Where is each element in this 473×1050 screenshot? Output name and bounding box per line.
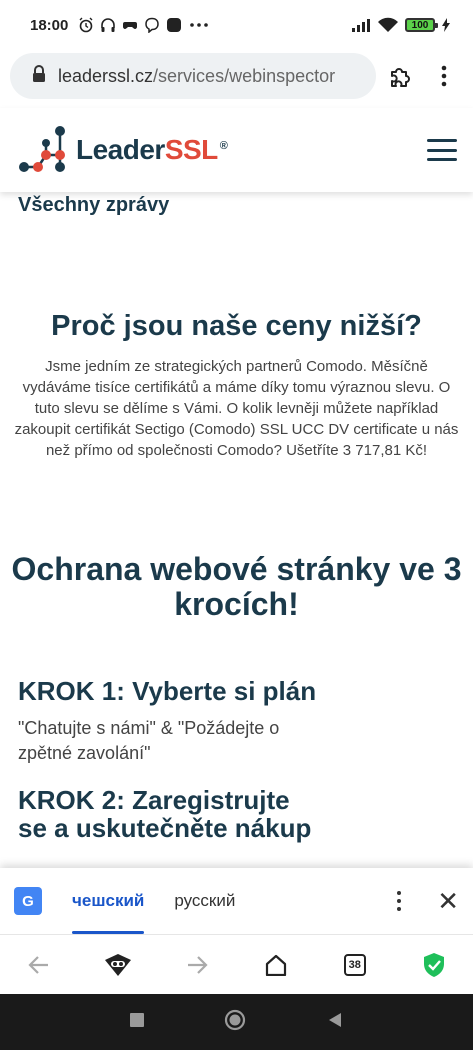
- android-nav-bar: [0, 994, 473, 1050]
- url-host: leaderssl.cz: [58, 65, 154, 86]
- logo-mark-icon: [19, 126, 65, 172]
- menu-icon[interactable]: [428, 60, 460, 92]
- url-text[interactable]: leaderssl.cz/services/webinspector: [58, 66, 335, 87]
- gamepad-icon: [122, 17, 138, 33]
- translate-icon[interactable]: G: [14, 887, 42, 915]
- signal-icon: [351, 17, 371, 33]
- headphones-icon: [100, 17, 116, 33]
- viber-icon: [144, 17, 160, 33]
- step1-text: "Chatujte s námi" & "Požádejte o zpětné …: [18, 718, 280, 763]
- why-title: Proč jsou naše ceny nižší?: [51, 310, 422, 342]
- status-bar: 18:00 100: [0, 0, 473, 50]
- close-icon[interactable]: ✕: [437, 886, 459, 917]
- tabs-icon[interactable]: 38: [339, 949, 371, 981]
- step1-title: KROK 1: Vyberte si plán: [18, 676, 317, 706]
- back-arrow-icon[interactable]: [23, 949, 55, 981]
- site-header: LeaderSSL ®: [0, 108, 473, 192]
- nav-square-icon[interactable]: [130, 1012, 145, 1032]
- alarm-icon: [78, 17, 94, 33]
- status-time: 18:00: [30, 16, 69, 34]
- protect-title: Ochrana webové stránky ve 3 krocích!: [11, 551, 462, 622]
- nav-triangle-icon[interactable]: [327, 1012, 343, 1033]
- translate-bar: G чешский русский ✕: [0, 868, 473, 934]
- address-bar[interactable]: leaderssl.cz/services/webinspector: [10, 53, 376, 99]
- app-icon: [166, 17, 182, 33]
- incognito-icon[interactable]: [102, 949, 134, 981]
- wifi-icon: [377, 17, 399, 33]
- browser-toolbar: leaderssl.cz/services/webinspector: [0, 50, 473, 102]
- extension-icon[interactable]: [384, 60, 416, 92]
- shield-icon[interactable]: [418, 949, 450, 981]
- url-path: /services/webinspector: [153, 65, 336, 86]
- forward-arrow-icon[interactable]: [181, 949, 213, 981]
- tab-count: 38: [343, 953, 366, 976]
- battery-icon: 100: [405, 18, 438, 32]
- home-icon[interactable]: [260, 949, 292, 981]
- lang-tab-target[interactable]: русский: [174, 868, 235, 934]
- step2-title: KROK 2: Zaregistrujte se a uskutečněte n…: [18, 785, 312, 843]
- brand-logo[interactable]: LeaderSSL ®: [18, 125, 228, 175]
- brand-name-accent: SSL: [164, 134, 218, 165]
- bottom-toolbar: 38: [0, 934, 473, 994]
- all-news-link[interactable]: Všechny zprávy: [18, 194, 169, 217]
- more-dots-icon: [188, 17, 210, 33]
- brand-name-main: Leader: [76, 134, 165, 165]
- lang-tab-source[interactable]: чешский: [72, 868, 145, 934]
- charging-icon: [441, 17, 451, 33]
- registered-mark: ®: [219, 139, 228, 152]
- brand-name: LeaderSSL ®: [76, 134, 228, 166]
- why-text: Jsme jedním ze strategických partnerů Co…: [14, 358, 459, 459]
- nav-circle-icon[interactable]: [224, 1009, 246, 1036]
- hamburger-icon[interactable]: [427, 139, 457, 161]
- translate-more-icon[interactable]: [385, 891, 413, 911]
- lock-icon[interactable]: [32, 64, 46, 88]
